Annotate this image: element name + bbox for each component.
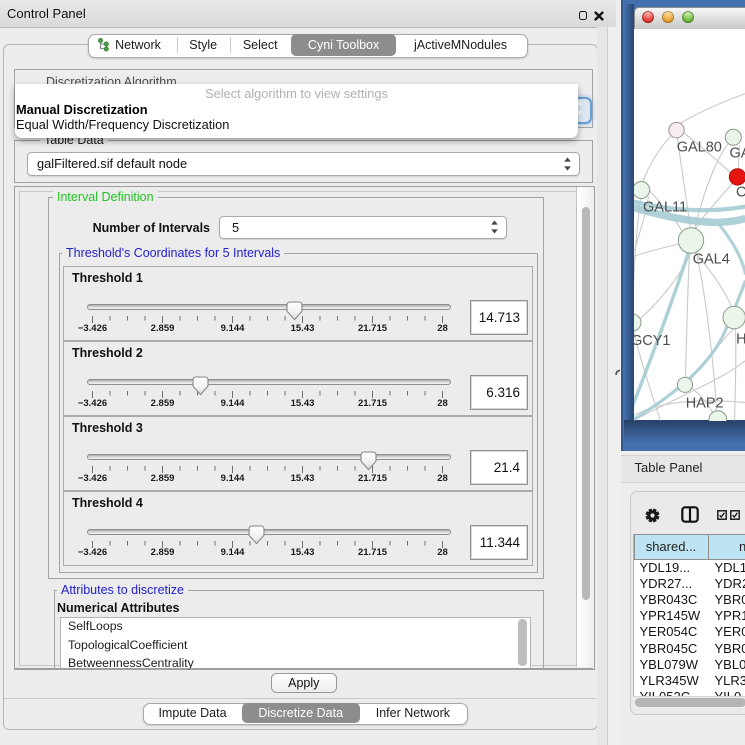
- svg-text:GAL4: GAL4: [692, 251, 729, 267]
- svg-text:C: C: [736, 184, 745, 200]
- svg-text:GA: GA: [729, 145, 745, 161]
- svg-text:GAL11: GAL11: [643, 199, 687, 215]
- svg-text:HAP2: HAP2: [685, 395, 723, 411]
- svg-text:GAL80: GAL80: [676, 139, 721, 155]
- svg-text:H: H: [736, 331, 745, 347]
- svg-text:GCY1: GCY1: [634, 333, 671, 349]
